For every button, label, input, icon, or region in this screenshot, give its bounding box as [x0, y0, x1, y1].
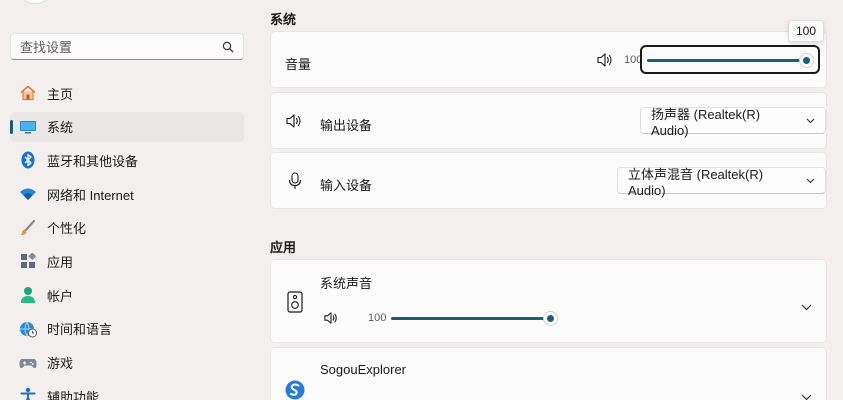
- chevron-down-icon: [806, 178, 815, 184]
- sidebar-item-system[interactable]: 系统: [10, 111, 244, 142]
- accessibility-icon: [18, 386, 38, 400]
- main-content: 系统 音量 100 100 输出设备 扬声器 (Realtek(R) Audio…: [270, 0, 828, 400]
- volume-slider-track: [647, 59, 807, 62]
- output-device-label: 输出设备: [320, 118, 373, 133]
- sidebar-item-network[interactable]: 网络和 Internet: [10, 179, 244, 209]
- bluetooth-icon: [18, 150, 38, 170]
- app-volume-value: 100: [368, 312, 387, 324]
- wifi-icon: [18, 184, 38, 204]
- sidebar-item-label: 游戏: [47, 356, 74, 371]
- sidebar: 查找设置 主页 系统 蓝牙和其他设备 网络和 Internet 个性化 应用 帐…: [0, 0, 255, 400]
- sidebar-item-label: 应用: [47, 254, 74, 270]
- brush-icon: [18, 218, 38, 238]
- chevron-down-icon[interactable]: [801, 388, 812, 400]
- sidebar-item-label: 网络和 Internet: [47, 187, 134, 203]
- input-device-card[interactable]: 输入设备 立体声混音 (Realtek(R) Audio): [270, 152, 827, 209]
- sidebar-item-label: 时间和语言: [47, 322, 113, 338]
- globe-clock-icon: [18, 319, 38, 339]
- volume-tooltip: 100: [788, 20, 825, 42]
- sidebar-item-gaming[interactable]: 游戏: [10, 348, 244, 378]
- section-title-apps: 应用: [270, 240, 297, 255]
- gamepad-icon: [18, 353, 38, 373]
- sidebar-item-personalization[interactable]: 个性化: [10, 213, 244, 243]
- sidebar-nav: 主页 系统 蓝牙和其他设备 网络和 Internet 个性化 应用 帐户 时间和…: [10, 78, 244, 400]
- app-volume-slider-track[interactable]: [391, 317, 546, 320]
- apps-icon: [18, 251, 38, 271]
- volume-card: 音量 100: [270, 31, 827, 88]
- sidebar-item-home[interactable]: 主页: [10, 78, 244, 108]
- speaker-icon[interactable]: [323, 311, 339, 330]
- sidebar-item-accounts[interactable]: 帐户: [10, 280, 244, 310]
- app-name: 系统声音: [320, 276, 373, 291]
- avatar[interactable]: [14, 0, 56, 4]
- volume-slider-thumb[interactable]: [800, 54, 813, 67]
- speaker-icon: [285, 113, 303, 134]
- app-volume-card[interactable]: SogouExplorer: [270, 347, 827, 400]
- input-device-value: 立体声混音 (Realtek(R) Audio): [628, 166, 764, 198]
- app-volume-card[interactable]: 系统声音 100: [270, 259, 827, 343]
- home-icon: [18, 83, 38, 103]
- search-icon[interactable]: [213, 41, 243, 53]
- sidebar-item-label: 蓝牙和其他设备: [47, 153, 139, 169]
- sidebar-item-label: 系统: [47, 120, 74, 136]
- speaker-icon[interactable]: [596, 52, 614, 73]
- output-device-dropdown[interactable]: 扬声器 (Realtek(R) Audio): [640, 107, 826, 138]
- input-device-label: 输入设备: [320, 178, 373, 193]
- search-placeholder: 查找设置: [20, 40, 73, 55]
- system-icon: [18, 117, 38, 137]
- system-sounds-icon: [287, 291, 303, 318]
- app-name: SogouExplorer: [320, 362, 406, 377]
- sidebar-item-label: 帐户: [47, 288, 74, 304]
- app-volume-slider-thumb[interactable]: [544, 312, 557, 325]
- section-title-system: 系统: [270, 12, 297, 27]
- sidebar-item-time-language[interactable]: 时间和语言: [10, 314, 244, 344]
- sidebar-item-label: 主页: [47, 86, 74, 102]
- sidebar-item-label: 个性化: [47, 221, 87, 237]
- volume-label: 音量: [285, 57, 312, 72]
- sogou-explorer-icon: [285, 380, 305, 400]
- output-device-card[interactable]: 输出设备 扬声器 (Realtek(R) Audio): [270, 92, 827, 149]
- sidebar-item-apps[interactable]: 应用: [10, 246, 244, 276]
- sidebar-item-label: 辅助功能: [47, 389, 100, 400]
- chevron-down-icon[interactable]: [801, 298, 812, 316]
- search-input[interactable]: 查找设置: [10, 33, 244, 60]
- microphone-icon: [288, 172, 302, 195]
- sidebar-item-accessibility[interactable]: 辅助功能: [10, 381, 244, 400]
- output-device-value: 扬声器 (Realtek(R) Audio): [651, 106, 761, 138]
- sidebar-item-bluetooth[interactable]: 蓝牙和其他设备: [10, 145, 244, 175]
- chevron-down-icon: [806, 118, 815, 124]
- input-device-dropdown[interactable]: 立体声混音 (Realtek(R) Audio): [617, 167, 826, 198]
- account-icon: [18, 285, 38, 305]
